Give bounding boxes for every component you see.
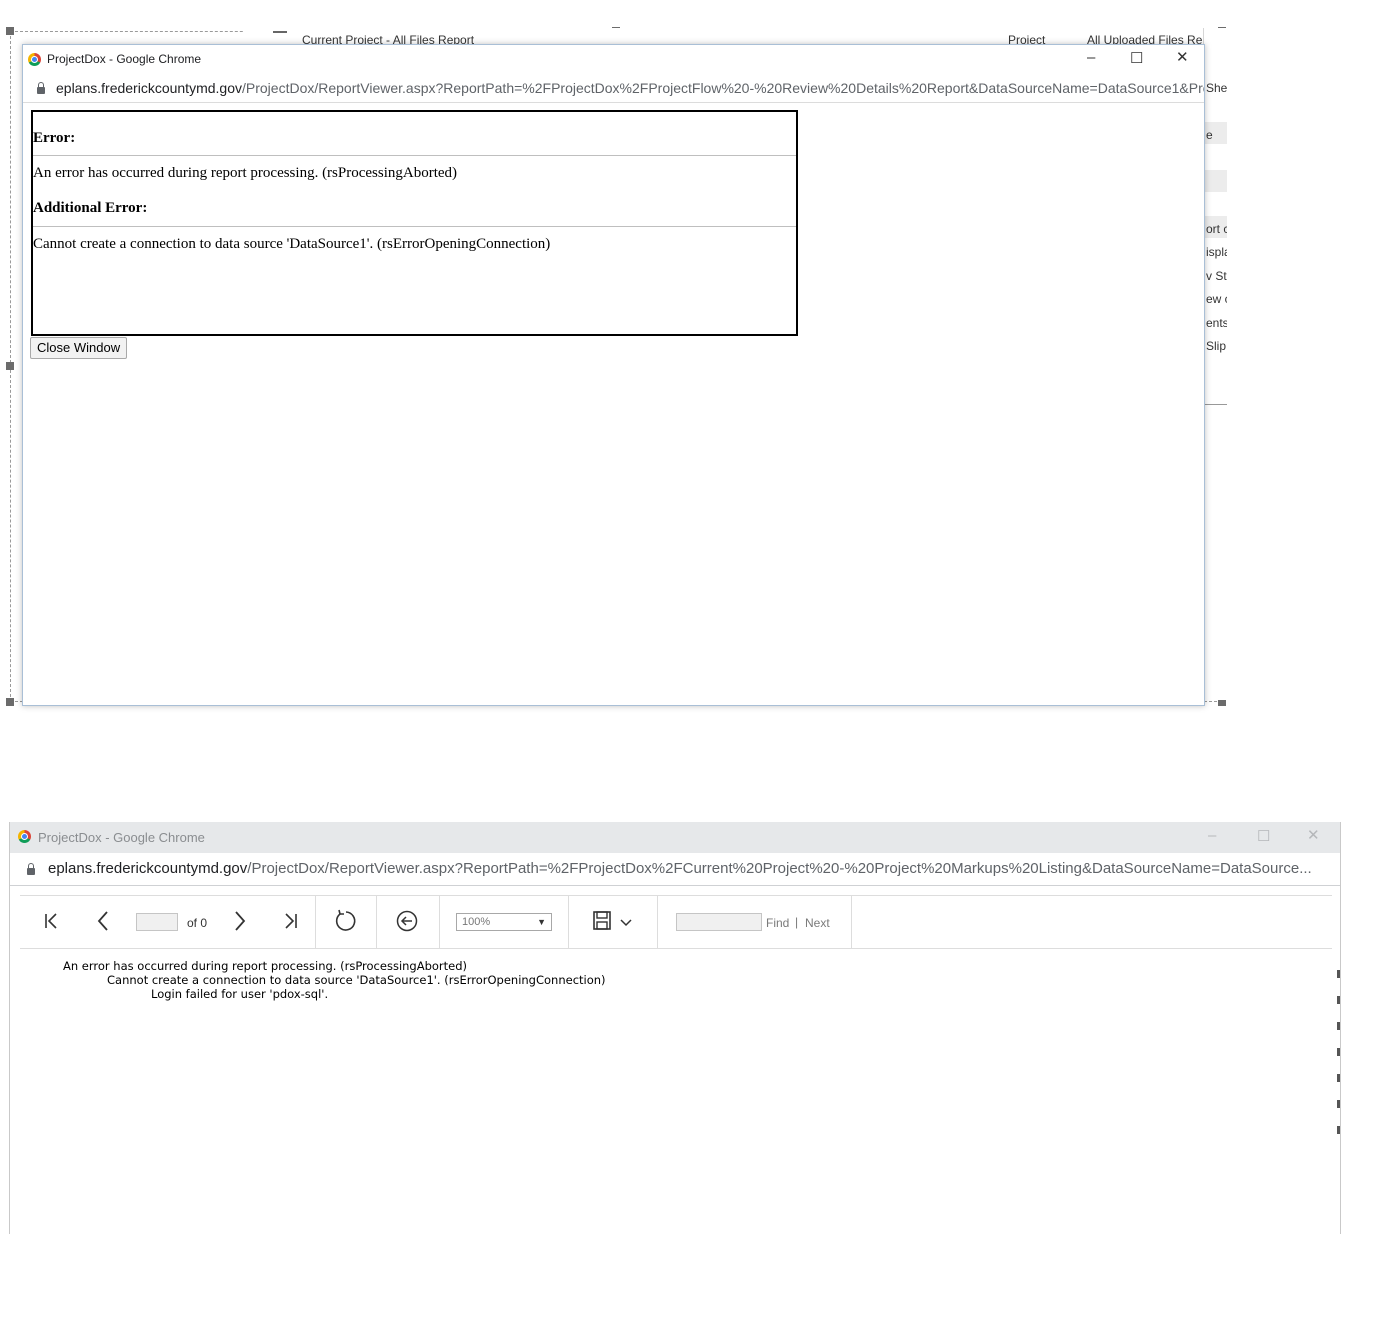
zoom-select[interactable]: 100% ▼: [456, 913, 552, 931]
chrome-icon: [28, 53, 41, 66]
divider: [33, 226, 796, 227]
last-page-icon[interactable]: [278, 908, 302, 934]
title-bar[interactable]: ProjectDox - Google Chrome – ☐ ✕: [10, 822, 1340, 853]
minimize-icon[interactable]: –: [1208, 828, 1216, 843]
toolbar-separator: [439, 896, 440, 948]
find-input[interactable]: [676, 913, 762, 931]
chrome-popup-window: ProjectDox - Google Chrome – ☐ ✕ eplans.…: [22, 44, 1205, 706]
additional-error-heading: Additional Error:: [33, 200, 148, 216]
address-bar[interactable]: eplans.frederickcountymd.gov/ProjectDox/…: [23, 74, 1204, 103]
lock-icon: [27, 863, 35, 875]
edge-fragment: [1337, 1048, 1340, 1056]
find-link[interactable]: Find: [766, 916, 789, 930]
close-icon[interactable]: ✕: [1307, 828, 1320, 843]
chrome-popup-window-report-viewer: ProjectDox - Google Chrome – ☐ ✕ eplans.…: [9, 822, 1341, 1234]
lock-icon: [37, 82, 45, 94]
back-icon[interactable]: [395, 908, 419, 934]
refresh-icon[interactable]: [333, 908, 357, 934]
url-path: /ProjectDox/ReportViewer.aspx?ReportPath…: [247, 860, 1312, 877]
panel-text-fragment: Slip: [1206, 339, 1227, 353]
url-text[interactable]: eplans.frederickcountymd.gov/ProjectDox/…: [56, 80, 1205, 96]
resize-handle[interactable]: [6, 362, 14, 370]
toolbar-separator: [315, 896, 316, 948]
additional-error-message: Cannot create a connection to data sourc…: [33, 236, 551, 252]
panel-text-fragment: ew c: [1206, 292, 1227, 306]
edge-fragment: [1337, 970, 1340, 978]
url-path: /ProjectDox/ReportViewer.aspx?ReportPath…: [242, 80, 1205, 96]
window-title: ProjectDox - Google Chrome: [47, 52, 202, 66]
zoom-value: 100%: [462, 916, 491, 928]
panel-text-fragment: ispla: [1206, 245, 1227, 259]
find-separator: |: [795, 915, 799, 929]
error-message-login: Login failed for user 'pdox-sql'.: [151, 987, 329, 1001]
background-edge-fragments: [1337, 960, 1341, 1160]
chrome-icon: [18, 830, 31, 843]
resize-handle[interactable]: [6, 27, 14, 35]
maximize-icon[interactable]: ☐: [1257, 829, 1270, 844]
url-host: eplans.frederickcountymd.gov: [56, 80, 242, 96]
url-text[interactable]: eplans.frederickcountymd.gov/ProjectDox/…: [48, 860, 1312, 877]
edge-fragment: [1337, 1126, 1340, 1134]
edge-fragment: [1337, 1074, 1340, 1082]
save-icon[interactable]: [590, 908, 614, 934]
report-toolbar: of 0 100% ▼ Find | Next: [20, 895, 1332, 949]
panel-text-fragment: She: [1206, 81, 1227, 95]
edge-fragment: [1337, 996, 1340, 1004]
panel-row: [1204, 170, 1227, 192]
title-bar[interactable]: ProjectDox - Google Chrome – ☐ ✕: [23, 45, 1204, 73]
close-icon[interactable]: ✕: [1176, 50, 1189, 65]
dropdown-arrow-icon: ▼: [537, 917, 546, 927]
first-page-icon[interactable]: [40, 908, 64, 934]
maximize-icon[interactable]: ☐: [1130, 51, 1143, 66]
page-count-label: of 0: [187, 916, 208, 930]
error-message: An error has occurred during report proc…: [63, 959, 468, 973]
panel-text-fragment: v Sta: [1206, 269, 1227, 283]
window-title: ProjectDox - Google Chrome: [38, 830, 205, 845]
background-right-panel: She e ort c ispla v Sta ew c ents, Slip: [1203, 28, 1227, 700]
error-message: An error has occurred during report proc…: [33, 165, 458, 181]
error-box: Error: An error has occurred during repo…: [31, 110, 798, 336]
edge-fragment: [1337, 1022, 1340, 1030]
error-message-connection: Cannot create a connection to data sourc…: [107, 973, 606, 987]
edge-fragment: [1337, 1100, 1340, 1108]
close-window-button[interactable]: Close Window: [30, 337, 128, 359]
minimize-icon[interactable]: –: [1087, 50, 1095, 65]
next-link[interactable]: Next: [805, 916, 830, 930]
toolbar-separator: [657, 896, 658, 948]
toolbar-separator: [376, 896, 377, 948]
panel-divider: [1204, 404, 1227, 405]
divider: [33, 155, 796, 156]
next-page-icon[interactable]: [227, 908, 251, 934]
toolbar-separator: [568, 896, 569, 948]
prev-page-icon[interactable]: [92, 908, 116, 934]
url-host: eplans.frederickcountymd.gov: [48, 860, 248, 877]
panel-text-fragment: ents,: [1206, 316, 1227, 330]
toolbar-separator: [851, 896, 852, 948]
error-heading: Error:: [33, 130, 76, 146]
panel-text-fragment: ort c: [1206, 222, 1227, 236]
chevron-down-icon[interactable]: [618, 914, 634, 930]
page-number-input[interactable]: [136, 913, 178, 931]
resize-handle[interactable]: [6, 698, 14, 706]
panel-text-fragment: e: [1206, 128, 1213, 142]
address-bar[interactable]: eplans.frederickcountymd.gov/ProjectDox/…: [10, 853, 1340, 886]
